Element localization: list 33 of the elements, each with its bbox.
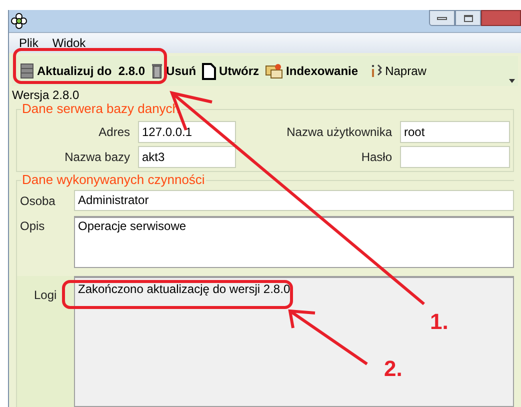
text-field[interactable]: Administrator — [74, 190, 514, 211]
text-field[interactable] — [400, 146, 510, 168]
group-title: Dane wykonywanych czynności — [21, 173, 206, 187]
text-field[interactable]: akt3 — [138, 146, 236, 168]
overflow-icon[interactable] — [508, 76, 516, 84]
document-icon — [202, 62, 216, 80]
maximize-button[interactable] — [455, 10, 481, 26]
text-field[interactable]: root — [400, 121, 510, 143]
field-label: Adres — [98, 124, 130, 141]
text-field[interactable]: 127.0.0.1 — [138, 121, 236, 143]
version-label: Wersja 2.8.0 — [11, 87, 80, 103]
minimize-button[interactable] — [429, 10, 455, 26]
callout-number: 2. — [384, 357, 402, 381]
text-area[interactable]: Operacje serwisowe — [74, 216, 514, 268]
toolbar-button[interactable]: Indexowanie — [265, 62, 358, 80]
menu-item[interactable]: Widok — [52, 34, 86, 52]
field-label: Nazwa użytkownika — [286, 124, 392, 141]
flower-icon — [11, 13, 27, 29]
field-label: Hasło — [360, 149, 392, 166]
toolbar-button[interactable]: Usuń — [151, 62, 196, 80]
trash-icon — [151, 63, 164, 79]
cabinet-icon — [20, 63, 34, 79]
field-label: Osoba — [20, 192, 56, 210]
toolbar-button[interactable]: Utwórz — [202, 62, 260, 80]
toolbar-button[interactable]: Napraw — [370, 62, 426, 80]
field-label: Logi — [34, 288, 57, 302]
field-label: Opis — [20, 218, 46, 235]
folder-icon — [265, 63, 284, 79]
toolbar-button[interactable]: Aktualizuj do 2.8.0 — [20, 62, 146, 80]
field-label: Nazwa bazy — [64, 149, 130, 166]
tools-icon — [370, 64, 382, 78]
callout-number: 1. — [430, 310, 448, 334]
menu-item[interactable]: Plik — [19, 34, 38, 52]
